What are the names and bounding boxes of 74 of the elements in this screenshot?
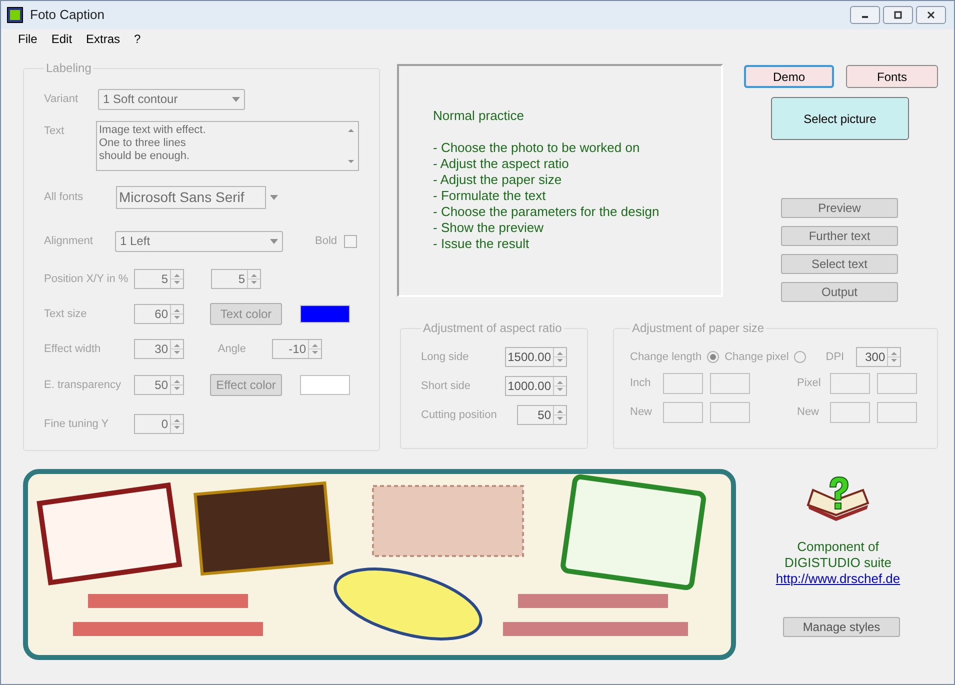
spin-arrows-icon[interactable] (887, 348, 900, 366)
group-title: Adjustment of aspect ratio (422, 320, 563, 337)
spin-box[interactable]: 50 (517, 405, 567, 425)
button[interactable]: Demo (744, 65, 834, 88)
input-field[interactable] (710, 373, 750, 394)
input-field[interactable] (663, 373, 703, 394)
field-label: DPI (826, 350, 844, 365)
field-label: Text (44, 124, 66, 139)
menu-item[interactable]: File (13, 30, 42, 48)
menu-item[interactable]: Edit (46, 30, 78, 48)
field-label: Alignment (44, 234, 94, 249)
field-label: Short side (421, 378, 471, 394)
field-label: Pixel (797, 376, 822, 392)
spin-arrows-icon[interactable] (553, 348, 565, 366)
button[interactable]: Output (781, 282, 898, 302)
instruction-step: - Choose the parameters for the design (433, 204, 687, 220)
manage-styles-button[interactable]: Manage styles (783, 617, 900, 637)
field-label: Cutting position (421, 408, 497, 423)
input-field[interactable] (710, 402, 750, 423)
instruction-step: - Formulate the text (433, 188, 687, 204)
group-title: Adjustment of paper size (631, 320, 766, 337)
minimize-button[interactable] (850, 6, 880, 24)
button[interactable]: Select text (781, 254, 898, 274)
field-label: Fine tuning Y (44, 416, 110, 432)
button[interactable]: Fonts (846, 65, 938, 88)
field-label: Text size (44, 306, 88, 322)
component-info-text: Component of DIGISTUDIO suite (784, 539, 892, 571)
field-label: Change pixel (724, 350, 789, 365)
button[interactable]: Preview (781, 198, 898, 218)
window-title: Foto Caption (30, 6, 104, 24)
instruction-step: - Show the preview (433, 220, 687, 236)
caret-icon (270, 238, 278, 244)
field-label: Position X/Y in % (44, 272, 130, 287)
field-label: Variant (44, 92, 80, 107)
group-title: Labeling (45, 60, 92, 77)
field-label: Angle (216, 342, 247, 357)
field-label: Effect width (44, 342, 102, 357)
instruction-step: - Choose the photo to be worked on (433, 140, 687, 156)
field-label: E. transparency (44, 378, 122, 393)
button[interactable]: Further text (781, 226, 898, 246)
field-label: All fonts (44, 190, 84, 205)
caret-icon (232, 96, 240, 102)
field-label: New (797, 405, 820, 420)
input-field[interactable] (663, 402, 703, 423)
website-link[interactable]: http://www.drschef.de (776, 571, 900, 587)
instruction-step: - Adjust the paper size (433, 172, 687, 188)
maximize-button[interactable] (883, 6, 913, 24)
caret-icon (270, 194, 278, 200)
instruction-step: - Issue the result (433, 236, 687, 252)
spin-arrows-icon[interactable] (553, 406, 565, 424)
radio-button[interactable] (794, 351, 806, 363)
field-label: Bold (315, 234, 338, 249)
radio-button[interactable] (706, 351, 719, 363)
select-picture-button[interactable]: Select picture (771, 97, 909, 140)
menu-item[interactable]: Extras (81, 30, 126, 48)
close-icon (926, 10, 936, 20)
spin-box[interactable]: 1000.00 (505, 376, 567, 396)
input-field[interactable] (877, 373, 917, 394)
field-label: New (630, 405, 654, 420)
field-label: Inch (630, 376, 652, 392)
menu-item[interactable]: ? (129, 30, 146, 48)
input-field[interactable] (877, 402, 917, 423)
field-label: Change length (630, 350, 702, 365)
spin-arrows-icon[interactable] (553, 377, 565, 395)
close-button[interactable] (916, 6, 946, 24)
spin-box[interactable]: 300 (856, 347, 902, 367)
instructions-heading: Normal practice (433, 108, 526, 124)
maximize-icon (893, 10, 903, 20)
field-label: Long side (421, 350, 469, 365)
input-field[interactable] (830, 373, 870, 394)
spin-box[interactable]: 1500.00 (505, 347, 567, 367)
instruction-step: - Adjust the aspect ratio (433, 156, 687, 172)
input-field[interactable] (830, 402, 870, 423)
app-icon (7, 7, 23, 23)
